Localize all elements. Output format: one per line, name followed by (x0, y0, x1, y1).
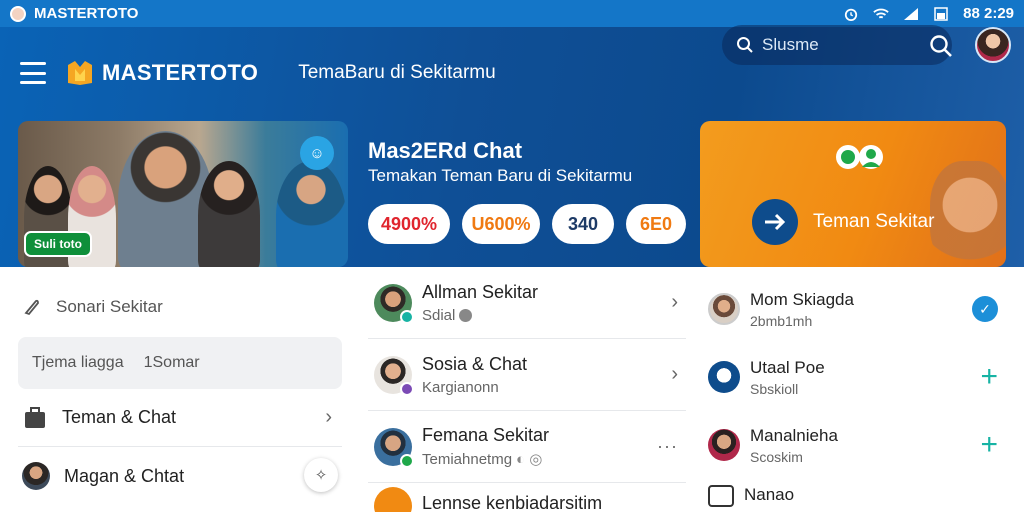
chevron-right-icon: › (671, 363, 678, 385)
chat-avatar (374, 427, 414, 468)
stat-value: U600% (471, 213, 531, 234)
chat-subtitle: Kargianonn (422, 378, 499, 396)
contact-subtitle: Sbskioll (750, 380, 799, 397)
status-bar: MASTERTOTO 88 2:29 (0, 0, 1024, 27)
stat-value: 4900% (380, 213, 438, 234)
arrow-right-icon[interactable] (752, 199, 798, 245)
cta-label: Teman Sekitar (813, 211, 935, 232)
chevron-right-icon: › (325, 406, 332, 428)
chat-list: Allman Sekitar Sdial › Sosia & Chat Karg… (368, 267, 686, 512)
search-button-icon[interactable] (928, 33, 954, 59)
chat-subtitle: Temiahnetmg ◐ ◎ (422, 450, 543, 469)
chat-avatar (374, 487, 412, 512)
filter-row[interactable]: Tjema liagga 1Somar (18, 337, 342, 389)
chat-name: Lennse kenbiadarsitim (422, 493, 603, 512)
pencil-icon (24, 299, 39, 316)
header-tagline: TemaBaru di Sekitarmu (298, 62, 496, 83)
promo-title: Mas2ERd Chat (368, 138, 523, 163)
contact-avatar (708, 485, 734, 507)
stat-pill[interactable]: U600% (462, 204, 540, 244)
status-icons: ◐ ◎ (516, 451, 543, 468)
add-icon[interactable]: + (980, 430, 998, 460)
add-contact-button[interactable]: ✓ (972, 296, 998, 322)
status-time: 88 2:29 (963, 5, 1014, 22)
card-photo (930, 161, 1006, 267)
menu-item-label: Magan & Chtat (64, 465, 185, 486)
photo-person (198, 161, 260, 267)
chat-row[interactable]: Lennse kenbiadarsitim (368, 483, 686, 512)
contact-subtitle: Scoskim (750, 448, 803, 465)
contact-name: Utaal Poe (750, 357, 825, 377)
contact-row[interactable]: Manalnieha Scoskim + (700, 411, 1006, 479)
promo-subtitle: Temakan Teman Baru di Sekitarmu (368, 166, 633, 185)
menu-item-teman-chat[interactable]: Teman & Chat › (18, 389, 342, 447)
contact-name: Nanao (744, 485, 795, 504)
briefcase-icon (25, 406, 45, 428)
contact-avatar (708, 361, 740, 393)
wifi-icon (873, 8, 889, 18)
more-options-icon[interactable]: ··· (657, 436, 678, 457)
alarm-icon (845, 8, 858, 21)
stats-pills: 4900% U600% 340 6E0 (368, 204, 686, 244)
contact-row[interactable]: Utaal Poe Sbskioll + (700, 343, 1006, 411)
signal-icon (904, 7, 919, 20)
left-panel: Sonari Sekitar Tjema liagga 1Somar Teman… (18, 267, 342, 505)
chat-people-icon (836, 145, 883, 169)
stat-pill[interactable]: 340 (552, 204, 614, 244)
contact-name: Mom Skiagda (750, 289, 854, 309)
status-icons: 88 2:29 (843, 5, 1014, 22)
contact-subtitle: 2bmb1mh (750, 312, 813, 329)
battery-icon (934, 6, 948, 21)
contact-list: Mom Skiagda 2bmb1mh ✓ Utaal Poe Sbskioll… (700, 267, 1006, 512)
verified-icon (459, 308, 473, 322)
user-avatar (22, 462, 50, 490)
search-input[interactable]: Slusme (722, 25, 952, 65)
brand-name: MASTERTOTO (102, 60, 259, 85)
chat-row[interactable]: Allman Sekitar Sdial › (368, 267, 686, 339)
chevron-right-icon: › (671, 291, 678, 313)
brand-logo-icon (68, 61, 92, 85)
search-placeholder: Slusme (762, 35, 819, 54)
contact-avatar (708, 293, 740, 325)
pin-icon[interactable]: ✧ (304, 458, 338, 492)
photo-person (276, 161, 346, 267)
stat-pill[interactable]: 6E0 (626, 204, 686, 244)
filter-left-label: Tjema liagga (32, 354, 124, 371)
nearby-friends-card[interactable]: Teman Sekitar (700, 121, 1006, 267)
promo-photo-card[interactable]: Suli toto ☺ (18, 121, 348, 267)
profile-avatar[interactable] (975, 27, 1011, 63)
chat-bubble-icon[interactable]: ☺ (300, 136, 334, 170)
add-icon[interactable]: + (980, 362, 998, 392)
contact-name: Manalnieha (750, 425, 838, 445)
stat-value: 6E0 (639, 213, 673, 234)
chat-row[interactable]: Femana Sekitar Temiahnetmg ◐ ◎ ··· (368, 411, 686, 483)
nearby-search-input[interactable]: Sonari Sekitar (18, 281, 342, 333)
status-app-name: MASTERTOTO (34, 5, 139, 22)
menu-item-label: Teman & Chat (62, 407, 177, 427)
search-icon (737, 37, 753, 53)
contact-row[interactable]: Mom Skiagda 2bmb1mh ✓ (700, 275, 1006, 343)
nearby-search-label: Sonari Sekitar (56, 297, 163, 316)
chat-name: Femana Sekitar (422, 425, 550, 445)
stat-pill[interactable]: 4900% (368, 204, 450, 244)
chat-avatar (374, 355, 414, 396)
chat-row[interactable]: Sosia & Chat Kargianonn › (368, 339, 686, 411)
chat-name: Allman Sekitar (422, 281, 539, 302)
contact-row[interactable]: Nanao (700, 479, 1006, 512)
contact-avatar (708, 429, 740, 461)
app-avatar-icon (10, 5, 26, 22)
stat-value: 340 (567, 213, 599, 234)
photo-badge: Suli toto (24, 231, 92, 257)
chat-name: Sosia & Chat (422, 353, 528, 374)
chat-avatar (374, 283, 414, 324)
filter-right-label: 1Somar (143, 354, 200, 371)
hamburger-menu-icon[interactable] (20, 62, 46, 84)
menu-item-magan-chtat[interactable]: Magan & Chtat ✧ (18, 447, 342, 505)
chat-subtitle: Sdial (422, 307, 538, 324)
